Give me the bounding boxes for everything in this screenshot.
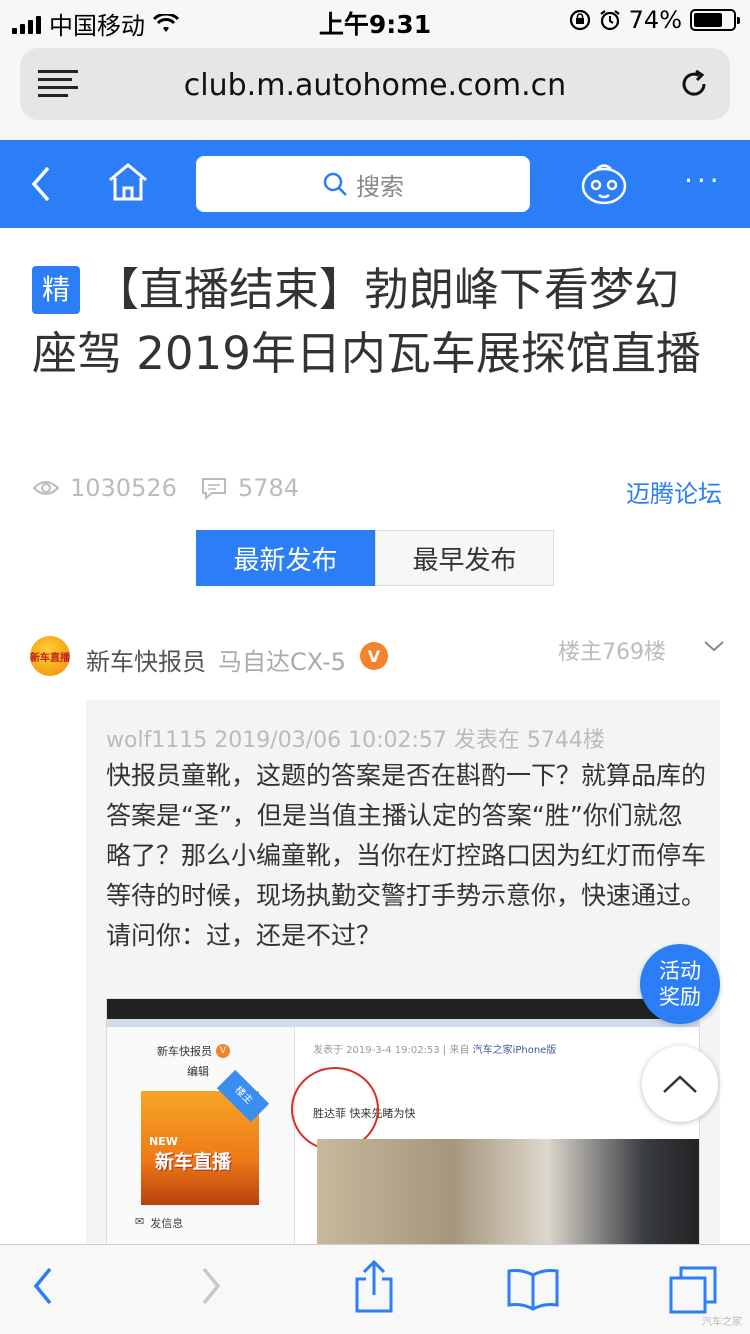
- image-username: 新车快报员: [157, 1045, 212, 1058]
- battery-percent: 74%: [628, 6, 682, 34]
- address-bar[interactable]: club.m.autohome.com.cn: [20, 48, 730, 120]
- reply-count: 5784: [238, 474, 300, 502]
- verified-badge: V: [360, 642, 388, 670]
- activity-reward-button[interactable]: 活动奖励: [640, 944, 720, 1024]
- search-input[interactable]: 搜索: [196, 156, 530, 212]
- battery-icon: [690, 9, 740, 31]
- thread-stats: 1030526 5784 迈腾论坛: [32, 474, 722, 510]
- comment-icon: [202, 478, 226, 500]
- post-car-model: 马自达CX-5: [218, 648, 346, 676]
- chevron-up-icon: [663, 1075, 697, 1093]
- image-logo-text: 新车直播: [155, 1151, 232, 1173]
- image-post-source: 汽车之家iPhone版: [472, 1045, 557, 1056]
- post-username[interactable]: 新车快报员: [86, 642, 206, 677]
- rotation-lock-icon: [569, 9, 590, 31]
- forward-arrow-icon: [202, 1267, 221, 1305]
- status-bar: 中国移动 上午9:31 74%: [0, 0, 750, 40]
- image-role: 编辑: [187, 1065, 209, 1078]
- floor-label: 楼主769楼: [558, 640, 666, 665]
- mail-icon: ✉: [135, 1215, 145, 1228]
- thread-title-block: 精【直播结束】勃朗峰下看梦幻座驾 2019年日内瓦车展探馆直播: [32, 258, 722, 386]
- share-icon[interactable]: [352, 1259, 396, 1315]
- quote-body: 快报员童靴，这题的答案是否在斟酌一下？就算品库的答案是“圣”，但是当值主播认定的…: [106, 761, 707, 950]
- reload-icon[interactable]: [678, 68, 710, 100]
- more-menu-button[interactable]: ···: [684, 164, 723, 197]
- forum-link[interactable]: 迈腾论坛: [626, 474, 722, 509]
- search-placeholder: 搜索: [356, 172, 404, 201]
- alarm-icon: [599, 10, 620, 31]
- avatar[interactable]: 新车直播: [30, 636, 70, 676]
- assistant-icon[interactable]: [580, 160, 628, 206]
- view-count: 1030526: [70, 474, 177, 502]
- quote-meta: wolf1115 2019/03/06 10:02:57 发表在 5744楼: [106, 728, 605, 753]
- scroll-top-button[interactable]: [642, 1046, 718, 1122]
- search-icon: [323, 172, 347, 196]
- post-image[interactable]: 新车快报员 V 编辑 NEW 新车直播 楼主 ✉ 发信息 发表于 2019-3-4 …: [106, 998, 700, 1258]
- image-post-header: 发表于 2019-3-4 19:02:53 | 来自: [313, 1045, 470, 1056]
- sort-tabs: 最新发布 最早发布: [196, 530, 554, 586]
- image-verified-badge: V: [216, 1044, 230, 1058]
- site-nav: 搜索 ···: [0, 140, 750, 228]
- tab-earliest[interactable]: 最早发布: [375, 530, 554, 586]
- watermark: 汽车之家: [702, 1317, 742, 1328]
- back-arrow-icon[interactable]: [30, 1263, 56, 1309]
- browser-toolbar: 汽车之家: [0, 1244, 750, 1334]
- url-text[interactable]: club.m.autohome.com.cn: [20, 68, 730, 103]
- image-car-photo: [317, 1139, 699, 1257]
- home-icon[interactable]: [106, 160, 150, 204]
- tabs-icon[interactable]: [668, 1265, 718, 1315]
- thread-title: 【直播结束】勃朗峰下看梦幻座驾 2019年日内瓦车展探馆直播: [32, 263, 701, 380]
- eye-icon: [32, 481, 60, 495]
- browser-chrome: club.m.autohome.com.cn: [0, 40, 750, 140]
- featured-badge: 精: [32, 266, 80, 314]
- bookmarks-icon[interactable]: [506, 1267, 560, 1311]
- tab-latest[interactable]: 最新发布: [196, 530, 375, 586]
- chevron-down-icon[interactable]: [702, 636, 726, 656]
- back-icon[interactable]: [26, 162, 56, 206]
- image-message-link: 发信息: [150, 1217, 184, 1230]
